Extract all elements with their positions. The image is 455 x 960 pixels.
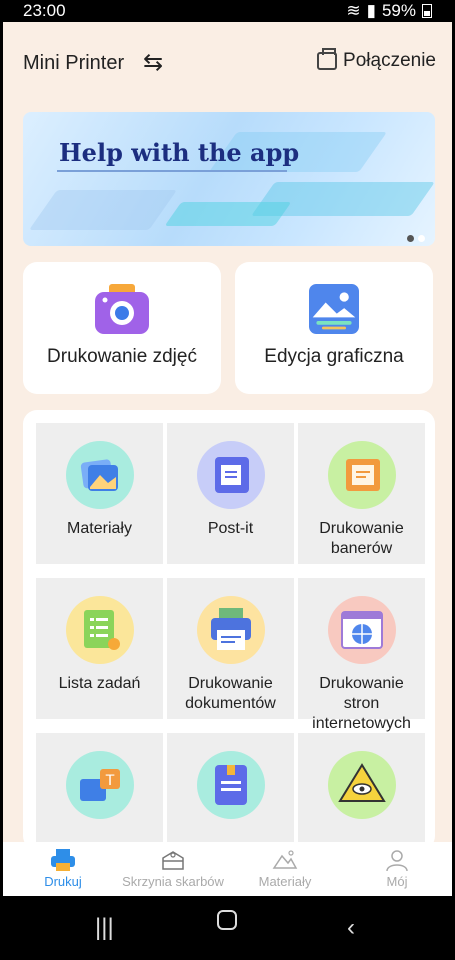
camera-icon <box>95 284 149 334</box>
task-list-icon <box>66 596 134 664</box>
tile-label: Materiały <box>67 520 132 537</box>
printer-icon <box>317 48 338 70</box>
carousel-dot <box>418 235 425 242</box>
photo-print-card[interactable]: Drukowanie zdjęć <box>23 262 221 394</box>
nav-label: Materiały <box>258 874 312 889</box>
tile-task-list[interactable]: Lista zadań <box>36 578 163 719</box>
mountain-icon <box>272 850 298 869</box>
graphic-edit-label: Edycja graficzna <box>264 346 404 367</box>
banner-decoration <box>164 202 292 226</box>
banner-title: Help with the app <box>59 138 300 167</box>
tile-eye[interactable] <box>298 733 425 850</box>
notebook-icon <box>197 751 265 819</box>
nav-materials[interactable]: Materiały <box>229 842 341 889</box>
nav-profile[interactable]: Mój <box>341 842 452 889</box>
printer-nav-icon <box>51 849 75 871</box>
system-nav-bar: ||| ‹ <box>3 896 452 960</box>
document-print-icon <box>197 596 265 664</box>
carousel-indicator <box>407 235 425 242</box>
text-image-icon: T <box>66 751 134 819</box>
tile-label: Lista zadań <box>58 675 141 692</box>
banner-underline <box>57 170 287 172</box>
post-it-icon <box>197 441 265 509</box>
battery-percent: 59% <box>381 1 416 20</box>
recent-apps-icon[interactable]: ||| <box>95 914 114 942</box>
back-icon[interactable]: ‹ <box>347 914 355 942</box>
tile-label: Post-it <box>207 520 254 537</box>
materials-icon <box>66 441 134 509</box>
user-icon <box>386 850 408 872</box>
swap-icon[interactable]: ⇆ <box>143 48 163 77</box>
tile-notebook[interactable] <box>167 733 294 850</box>
status-right: ≋ ▮ 59% <box>346 1 432 21</box>
carousel-dot-active <box>407 235 414 242</box>
svg-text:T: T <box>105 773 115 789</box>
tile-label: Drukowanie stron internetowych <box>312 675 411 732</box>
banner-decoration <box>28 190 178 230</box>
nav-label: Drukuj <box>44 874 82 889</box>
graphic-edit-card[interactable]: Edycja graficzna <box>235 262 433 394</box>
chest-icon <box>162 851 184 870</box>
nav-print[interactable]: Drukuj <box>7 842 119 889</box>
tools-grid: Materiały Post-it Drukowanie banerów Lis… <box>23 410 435 850</box>
app-title: Mini Printer <box>23 52 125 74</box>
battery-icon <box>422 4 432 18</box>
app-screen: 23:00 ≋ ▮ 59% Mini Printer ⇆ Połączenie … <box>3 0 452 960</box>
banner-print-icon <box>328 441 396 509</box>
nav-label: Mój <box>386 874 408 889</box>
nav-treasure-chest[interactable]: Skrzynia skarbów <box>117 842 229 889</box>
tile-materials[interactable]: Materiały <box>36 423 163 564</box>
status-bar: 23:00 ≋ ▮ 59% <box>3 0 452 22</box>
connection-label: Połączenie <box>343 50 436 71</box>
bottom-nav: Drukuj Skrzynia skarbów Materiały Mój <box>3 842 452 896</box>
tile-text-image[interactable]: T <box>36 733 163 850</box>
tile-label: Drukowanie dokumentów <box>185 675 276 712</box>
tile-document-print[interactable]: Drukowanie dokumentów <box>167 578 294 719</box>
photo-print-label: Drukowanie zdjęć <box>47 346 197 367</box>
wifi-icon: ≋ <box>346 1 361 20</box>
help-banner[interactable]: Help with the app <box>23 112 435 246</box>
tile-post-it[interactable]: Post-it <box>167 423 294 564</box>
tile-banner-print[interactable]: Drukowanie banerów <box>298 423 425 564</box>
header: Mini Printer ⇆ Połączenie <box>3 22 452 102</box>
status-time: 23:00 <box>23 1 66 20</box>
image-edit-icon <box>309 284 359 334</box>
web-print-icon <box>328 596 396 664</box>
nav-label: Skrzynia skarbów <box>122 874 224 889</box>
eye-triangle-icon <box>328 751 396 819</box>
home-icon[interactable] <box>217 910 237 930</box>
tile-label: Drukowanie banerów <box>319 520 404 557</box>
tile-web-print[interactable]: Drukowanie stron internetowych <box>298 578 425 732</box>
signal-icon: ▮ <box>366 1 376 20</box>
connection-button[interactable]: Połączenie <box>317 48 436 72</box>
